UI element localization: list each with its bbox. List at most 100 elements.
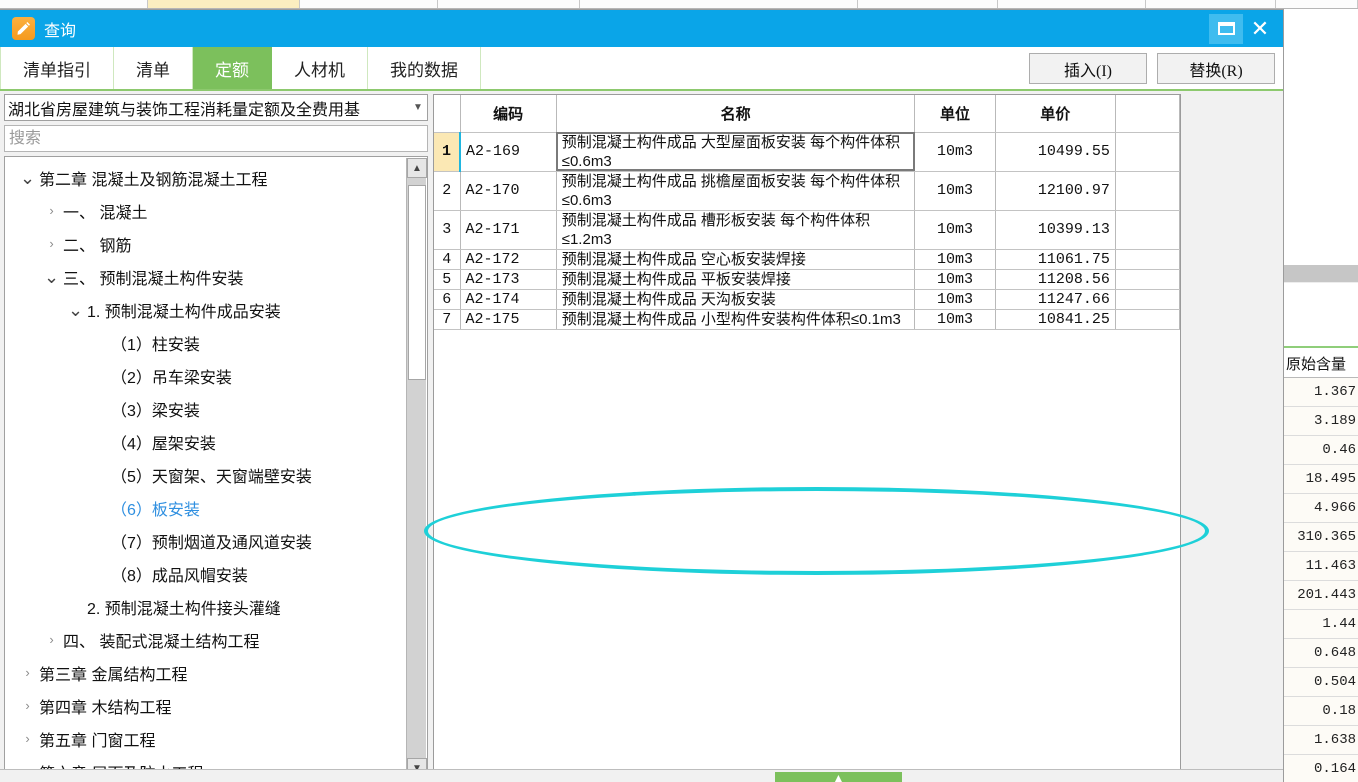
cell-unit[interactable]: 10m3 — [914, 132, 996, 172]
table-row[interactable]: 2 A2-170 预制混凝土构件成品 挑檐屋面板安装 每个构件体积≤0.6m3 10m… — [434, 171, 1180, 211]
tree-scrollbar[interactable]: ▲ ▼ — [406, 158, 427, 777]
column-header-code[interactable]: 编码 — [460, 95, 557, 133]
cell-unit[interactable]: 10m3 — [914, 289, 996, 310]
tree-item-label: 第三章 金属结构工程 — [39, 666, 188, 684]
close-icon: ✕ — [1250, 15, 1270, 41]
tree-item[interactable]: （2）吊车梁安装 — [5, 359, 406, 392]
tree-item[interactable]: （1）柱安装 — [5, 326, 406, 359]
tab-qingdan[interactable]: 清单 — [114, 47, 193, 89]
chevron-down-icon[interactable]: ⌄ — [43, 268, 60, 286]
chevron-down-icon[interactable]: ⌄ — [67, 301, 84, 319]
cell-price[interactable]: 10399.13 — [995, 210, 1116, 250]
standard-library-select[interactable]: 湖北省房屋建筑与装饰工程消耗量定额及全费用基 ▼ — [4, 94, 428, 121]
tree-item[interactable]: › 一、 混凝土 — [5, 194, 406, 227]
cell-name[interactable]: 预制混凝土构件成品 平板安装焊接 — [556, 269, 916, 290]
cell-code[interactable]: A2-172 — [460, 249, 557, 270]
column-header-index[interactable] — [434, 95, 461, 133]
restore-window-button[interactable] — [1209, 13, 1243, 44]
chevron-right-icon[interactable]: › — [19, 731, 36, 746]
tree-item[interactable]: › 四、 装配式混凝土结构工程 — [5, 623, 406, 656]
cell-extra[interactable] — [1115, 249, 1180, 270]
tab-rencaiji[interactable]: 人材机 — [272, 47, 368, 89]
cell-index[interactable]: 5 — [434, 269, 461, 290]
cell-index[interactable]: 7 — [434, 309, 461, 330]
cell-price[interactable]: 11208.56 — [995, 269, 1116, 290]
cell-index[interactable]: 4 — [434, 249, 461, 270]
cell-price[interactable]: 11247.66 — [995, 289, 1116, 310]
chevron-right-icon[interactable]: › — [19, 665, 36, 680]
column-header-extra[interactable] — [1115, 95, 1180, 133]
tree-item[interactable]: ⌄ 1. 预制混凝土构件成品安装 — [5, 293, 406, 326]
tree-item[interactable]: › 第五章 门窗工程 — [5, 722, 406, 755]
tree-item[interactable]: （3）梁安装 — [5, 392, 406, 425]
cell-price[interactable]: 12100.97 — [995, 171, 1116, 211]
table-row[interactable]: 3 A2-171 预制混凝土构件成品 槽形板安装 每个构件体积≤1.2m3 10m3 1… — [434, 210, 1180, 250]
chevron-right-icon[interactable]: › — [43, 236, 60, 251]
cell-price[interactable]: 10499.55 — [995, 132, 1116, 172]
cell-code[interactable]: A2-170 — [460, 171, 557, 211]
insert-button[interactable]: 插入(I) — [1029, 53, 1147, 84]
tab-dinge[interactable]: 定额 — [193, 47, 272, 89]
cell-name[interactable]: 预制混凝土构件成品 天沟板安装 — [556, 289, 916, 310]
tab-qingdan-zhiyin[interactable]: 清单指引 — [0, 47, 114, 89]
tree-item[interactable]: › 第三章 金属结构工程 — [5, 656, 406, 689]
cell-code[interactable]: A2-175 — [460, 309, 557, 330]
tree-item[interactable]: › 第四章 木结构工程 — [5, 689, 406, 722]
cell-unit[interactable]: 10m3 — [914, 309, 996, 330]
tree-item[interactable]: （4）屋架安装 — [5, 425, 406, 458]
tab-wodeshuju[interactable]: 我的数据 — [368, 47, 481, 89]
cell-index[interactable]: 1 — [434, 132, 461, 172]
chevron-right-icon[interactable]: › — [43, 203, 60, 218]
scrollbar-thumb[interactable] — [408, 185, 426, 380]
cell-index[interactable]: 3 — [434, 210, 461, 250]
chevron-right-icon[interactable]: › — [19, 698, 36, 713]
cell-code[interactable]: A2-174 — [460, 289, 557, 310]
table-row[interactable]: 1 A2-169 预制混凝土构件成品 大型屋面板安装 每个构件体积≤0.6m3 10m… — [434, 132, 1180, 172]
cell-extra[interactable] — [1115, 171, 1180, 211]
tree-item[interactable]: （5）天窗架、天窗端壁安装 — [5, 458, 406, 491]
cell-unit[interactable]: 10m3 — [914, 210, 996, 250]
tree-item[interactable]: ⌄ 三、 预制混凝土构件安装 — [5, 260, 406, 293]
tree-item[interactable]: › 二、 钢筋 — [5, 227, 406, 260]
chevron-down-icon[interactable]: ⌄ — [19, 169, 36, 187]
table-row[interactable]: 7 A2-175 预制混凝土构件成品 小型构件安装构件体积≤0.1m3 10m3 108… — [434, 309, 1180, 330]
tree-item[interactable]: （7）预制烟道及通风道安装 — [5, 524, 406, 557]
cell-unit[interactable]: 10m3 — [914, 171, 996, 211]
tree-item[interactable]: （8）成品风帽安装 — [5, 557, 406, 590]
cell-extra[interactable] — [1115, 309, 1180, 330]
cell-price[interactable]: 11061.75 — [995, 249, 1116, 270]
scroll-up-button[interactable]: ▲ — [407, 158, 427, 178]
cell-code[interactable]: A2-173 — [460, 269, 557, 290]
cell-code[interactable]: A2-171 — [460, 210, 557, 250]
cell-index[interactable]: 6 — [434, 289, 461, 310]
chevron-right-icon[interactable]: › — [43, 632, 60, 647]
cell-extra[interactable] — [1115, 132, 1180, 172]
table-row[interactable]: 6 A2-174 预制混凝土构件成品 天沟板安装 10m3 11247.66 — [434, 289, 1180, 310]
cell-name[interactable]: 预制混凝土构件成品 空心板安装焊接 — [556, 249, 916, 270]
cell-unit[interactable]: 10m3 — [914, 249, 996, 270]
cell-name[interactable]: 预制混凝土构件成品 挑檐屋面板安装 每个构件体积≤0.6m3 — [556, 171, 916, 211]
table-row[interactable]: 4 A2-172 预制混凝土构件成品 空心板安装焊接 10m3 11061.75 — [434, 249, 1180, 270]
column-header-name[interactable]: 名称 — [556, 95, 916, 133]
table-row[interactable]: 5 A2-173 预制混凝土构件成品 平板安装焊接 10m3 11208.56 — [434, 269, 1180, 290]
collapse-panel-button[interactable]: ▲ — [775, 772, 902, 782]
cell-extra[interactable] — [1115, 269, 1180, 290]
cell-extra[interactable] — [1115, 289, 1180, 310]
column-header-unit[interactable]: 单位 — [914, 95, 996, 133]
tree-item[interactable]: ⌄ 第二章 混凝土及钢筋混凝土工程 — [5, 161, 406, 194]
column-header-price[interactable]: 单价 — [995, 95, 1116, 133]
tree-item[interactable]: （6）板安装 — [5, 491, 406, 524]
cell-price[interactable]: 10841.25 — [995, 309, 1116, 330]
search-input[interactable] — [5, 126, 427, 151]
cell-name[interactable]: 预制混凝土构件成品 槽形板安装 每个构件体积≤1.2m3 — [556, 210, 916, 250]
search-box[interactable] — [4, 125, 428, 152]
cell-unit[interactable]: 10m3 — [914, 269, 996, 290]
close-window-button[interactable]: ✕ — [1243, 14, 1277, 44]
replace-button[interactable]: 替换(R) — [1157, 53, 1275, 84]
cell-extra[interactable] — [1115, 210, 1180, 250]
cell-name[interactable]: 预制混凝土构件成品 大型屋面板安装 每个构件体积≤0.6m3 — [556, 132, 916, 172]
tree-item[interactable]: 2. 预制混凝土构件接头灌缝 — [5, 590, 406, 623]
cell-code[interactable]: A2-169 — [459, 132, 557, 172]
cell-index[interactable]: 2 — [434, 171, 461, 211]
cell-name[interactable]: 预制混凝土构件成品 小型构件安装构件体积≤0.1m3 — [556, 309, 916, 330]
